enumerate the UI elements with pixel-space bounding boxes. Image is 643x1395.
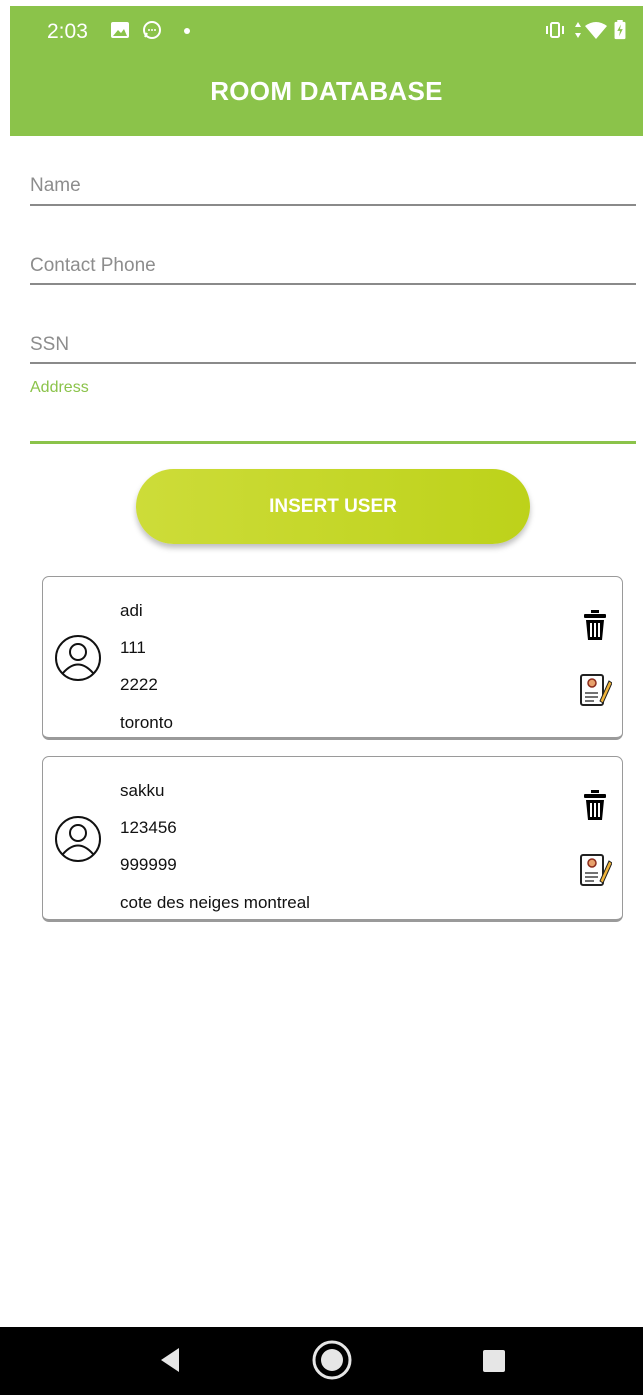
contact-phone-field[interactable]: Contact Phone xyxy=(30,255,636,287)
trash-icon[interactable] xyxy=(584,789,606,821)
page-title: ROOM DATABASE xyxy=(210,76,443,106)
user-avatar-icon xyxy=(55,635,101,681)
app-bar: 2:03 ROOM DATABASE xyxy=(10,6,643,136)
back-icon[interactable] xyxy=(159,1347,181,1373)
ssn-placeholder: SSN xyxy=(30,334,70,355)
status-bar: 2:03 xyxy=(10,6,643,58)
edit-document-icon[interactable] xyxy=(580,853,612,887)
user-card: adi 111 2222 toronto xyxy=(42,576,623,740)
ssn-underline xyxy=(30,362,636,364)
battery-icon xyxy=(614,20,626,40)
contact-phone-underline xyxy=(30,283,636,285)
user-phone: 111 xyxy=(120,638,146,657)
ssn-field[interactable]: SSN xyxy=(30,334,636,366)
contact-phone-placeholder: Contact Phone xyxy=(30,255,156,276)
address-field[interactable]: Address xyxy=(30,379,636,447)
edit-document-icon[interactable] xyxy=(580,673,612,707)
user-ssn: 999999 xyxy=(120,855,177,874)
user-address: toronto xyxy=(120,713,173,732)
user-card: sakku 123456 999999 cote des neiges mont… xyxy=(42,756,623,922)
name-underline xyxy=(30,204,636,206)
left-edge xyxy=(0,0,10,1395)
name-field[interactable]: Name xyxy=(30,175,636,207)
gallery-notification-icon xyxy=(111,22,129,38)
insert-user-button[interactable]: INSERT USER xyxy=(136,469,530,544)
user-avatar-icon xyxy=(55,816,101,862)
address-underline xyxy=(30,441,636,444)
user-name: adi xyxy=(120,601,143,620)
wifi-icon xyxy=(585,22,607,39)
vibrate-icon xyxy=(546,22,564,38)
user-address: cote des neiges montreal xyxy=(120,893,310,912)
home-icon[interactable] xyxy=(311,1339,353,1381)
user-name: sakku xyxy=(120,781,165,800)
name-placeholder: Name xyxy=(30,175,81,196)
data-transfer-icon xyxy=(575,22,581,38)
notification-dot-icon xyxy=(184,28,190,34)
recent-apps-icon[interactable] xyxy=(483,1350,505,1372)
user-phone: 123456 xyxy=(120,818,177,837)
message-notification-icon xyxy=(143,21,161,39)
address-label: Address xyxy=(30,379,89,396)
system-nav-bar xyxy=(0,1327,643,1395)
status-time: 2:03 xyxy=(47,20,88,43)
trash-icon[interactable] xyxy=(584,609,606,641)
user-ssn: 2222 xyxy=(120,675,158,694)
